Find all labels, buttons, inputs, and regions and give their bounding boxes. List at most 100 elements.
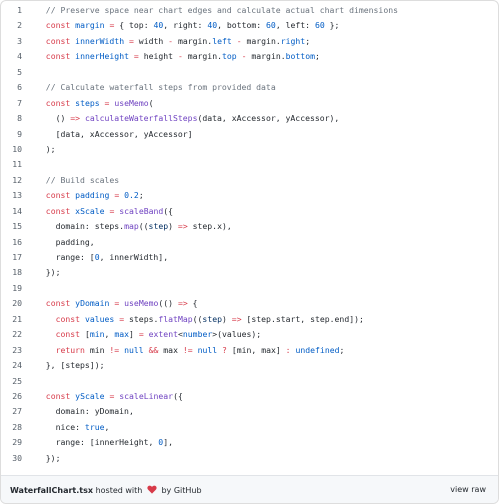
line-number[interactable]: 9 <box>1 127 22 142</box>
line-number[interactable]: 5 <box>1 65 22 80</box>
gist-meta: WaterfallChart.tsx hosted with by GitHub <box>10 485 202 496</box>
by-text: by <box>161 486 172 495</box>
heart-icon <box>147 485 157 496</box>
code-line: 28 nice: true, <box>1 420 498 435</box>
line-number[interactable]: 18 <box>1 265 22 280</box>
code-token: , <box>104 329 115 340</box>
code-token: // Build scales <box>45 174 120 185</box>
code-text: const padding = 0.2; <box>36 188 144 203</box>
line-number[interactable]: 20 <box>1 296 22 311</box>
code-token: ); <box>36 143 56 154</box>
code-token: ) <box>222 313 232 324</box>
code-line: 2 const margin = { top: 40, right: 40, b… <box>1 18 498 33</box>
line-number[interactable]: 1 <box>1 3 22 18</box>
code-token: values <box>84 313 115 324</box>
code-token: , right: <box>163 20 208 31</box>
line-number[interactable]: 28 <box>1 420 22 435</box>
code-token: max <box>158 344 183 355</box>
code-token: != <box>109 344 120 355</box>
line-number[interactable]: 27 <box>1 404 22 419</box>
code-token: >(values); <box>212 329 262 340</box>
code-token: const <box>55 313 81 324</box>
line-number[interactable]: 4 <box>1 49 22 64</box>
code-text: range: [innerHeight, 0], <box>36 435 173 450</box>
code-token: 40 <box>153 20 164 31</box>
code-token: }); <box>36 452 61 463</box>
code-line: 25 <box>1 374 498 389</box>
line-number[interactable]: 15 <box>1 219 22 234</box>
github-link[interactable]: GitHub <box>174 486 202 495</box>
code-token: }); <box>36 267 61 278</box>
code-token: range: [ <box>36 252 95 262</box>
code-text: const margin = { top: 40, right: 40, bot… <box>36 18 340 33</box>
code-token: ; <box>339 344 345 355</box>
code-token: [ <box>80 329 90 340</box>
line-number[interactable]: 19 <box>1 281 22 296</box>
line-number[interactable]: 26 <box>1 389 22 404</box>
code-token: [step.start, step.end]); <box>241 313 364 324</box>
line-number[interactable]: 21 <box>1 312 22 327</box>
line-number[interactable]: 14 <box>1 204 22 219</box>
code-token: margin <box>75 20 105 31</box>
code-token: scaleLinear <box>119 390 174 401</box>
code-line: 7 const steps = useMemo( <box>1 96 498 111</box>
code-token: const <box>45 190 71 201</box>
line-number[interactable]: 25 <box>1 374 22 389</box>
line-number[interactable]: 24 <box>1 358 22 373</box>
code-line: 5 <box>1 65 498 80</box>
line-number[interactable]: 2 <box>1 18 22 33</box>
line-number[interactable]: 13 <box>1 188 22 203</box>
line-number[interactable]: 7 <box>1 96 22 111</box>
code-text: }, [steps]); <box>36 358 105 373</box>
code-token: [min, max] <box>226 344 286 355</box>
code-line: 10 ); <box>1 142 498 157</box>
code-line: 30 }); <box>1 451 498 466</box>
line-number[interactable]: 22 <box>1 327 22 342</box>
code-token: ; <box>314 51 320 62</box>
code-line: 22 const [min, max] = extent<number>(val… <box>1 327 498 342</box>
code-token: (data, xAccessor, yAccessor), <box>197 113 340 124</box>
code-token: step.x), <box>187 221 232 232</box>
line-number[interactable]: 23 <box>1 343 22 358</box>
code-token: true <box>84 421 105 432</box>
code-text: // Preserve space near chart edges and c… <box>36 3 398 18</box>
line-number[interactable]: 29 <box>1 435 22 450</box>
code-line: 13 const padding = 0.2; <box>1 188 498 203</box>
code-line: 23 return min != null && max != null ? [… <box>1 343 498 358</box>
code-token: 60 <box>314 20 325 31</box>
code-text: return min != null && max != null ? [min… <box>36 343 345 358</box>
line-number[interactable]: 16 <box>1 235 22 250</box>
view-raw-link[interactable]: view raw <box>450 485 486 494</box>
line-number[interactable]: 12 <box>1 173 22 188</box>
code-listing: 1 // Preserve space near chart edges and… <box>1 1 498 477</box>
line-number[interactable]: 10 <box>1 142 22 157</box>
code-token: step <box>202 313 222 324</box>
code-line: 9 [data, xAccessor, yAccessor] <box>1 127 498 142</box>
line-number[interactable]: 11 <box>1 157 22 172</box>
line-number[interactable]: 30 <box>1 451 22 466</box>
code-text: const yDomain = useMemo(() => { <box>36 296 198 311</box>
code-token: height <box>138 51 178 62</box>
line-number[interactable]: 17 <box>1 250 22 265</box>
code-text: const values = steps.flatMap((step) => [… <box>36 312 364 327</box>
line-number[interactable]: 3 <box>1 34 22 49</box>
code-token: => <box>177 298 188 309</box>
line-number[interactable]: 8 <box>1 111 22 126</box>
code-token: padding <box>75 190 110 201</box>
code-token: useMemo <box>114 97 149 108</box>
code-line: 3 const innerWidth = width - margin.left… <box>1 34 498 49</box>
code-token: ({ <box>173 390 183 401</box>
code-line: 29 range: [innerHeight, 0], <box>1 435 498 450</box>
code-line: 14 const xScale = scaleBand({ <box>1 204 498 219</box>
line-number[interactable]: 6 <box>1 80 22 95</box>
code-token: ( <box>148 97 154 108</box>
filename-link[interactable]: WaterfallChart.tsx <box>10 486 93 495</box>
